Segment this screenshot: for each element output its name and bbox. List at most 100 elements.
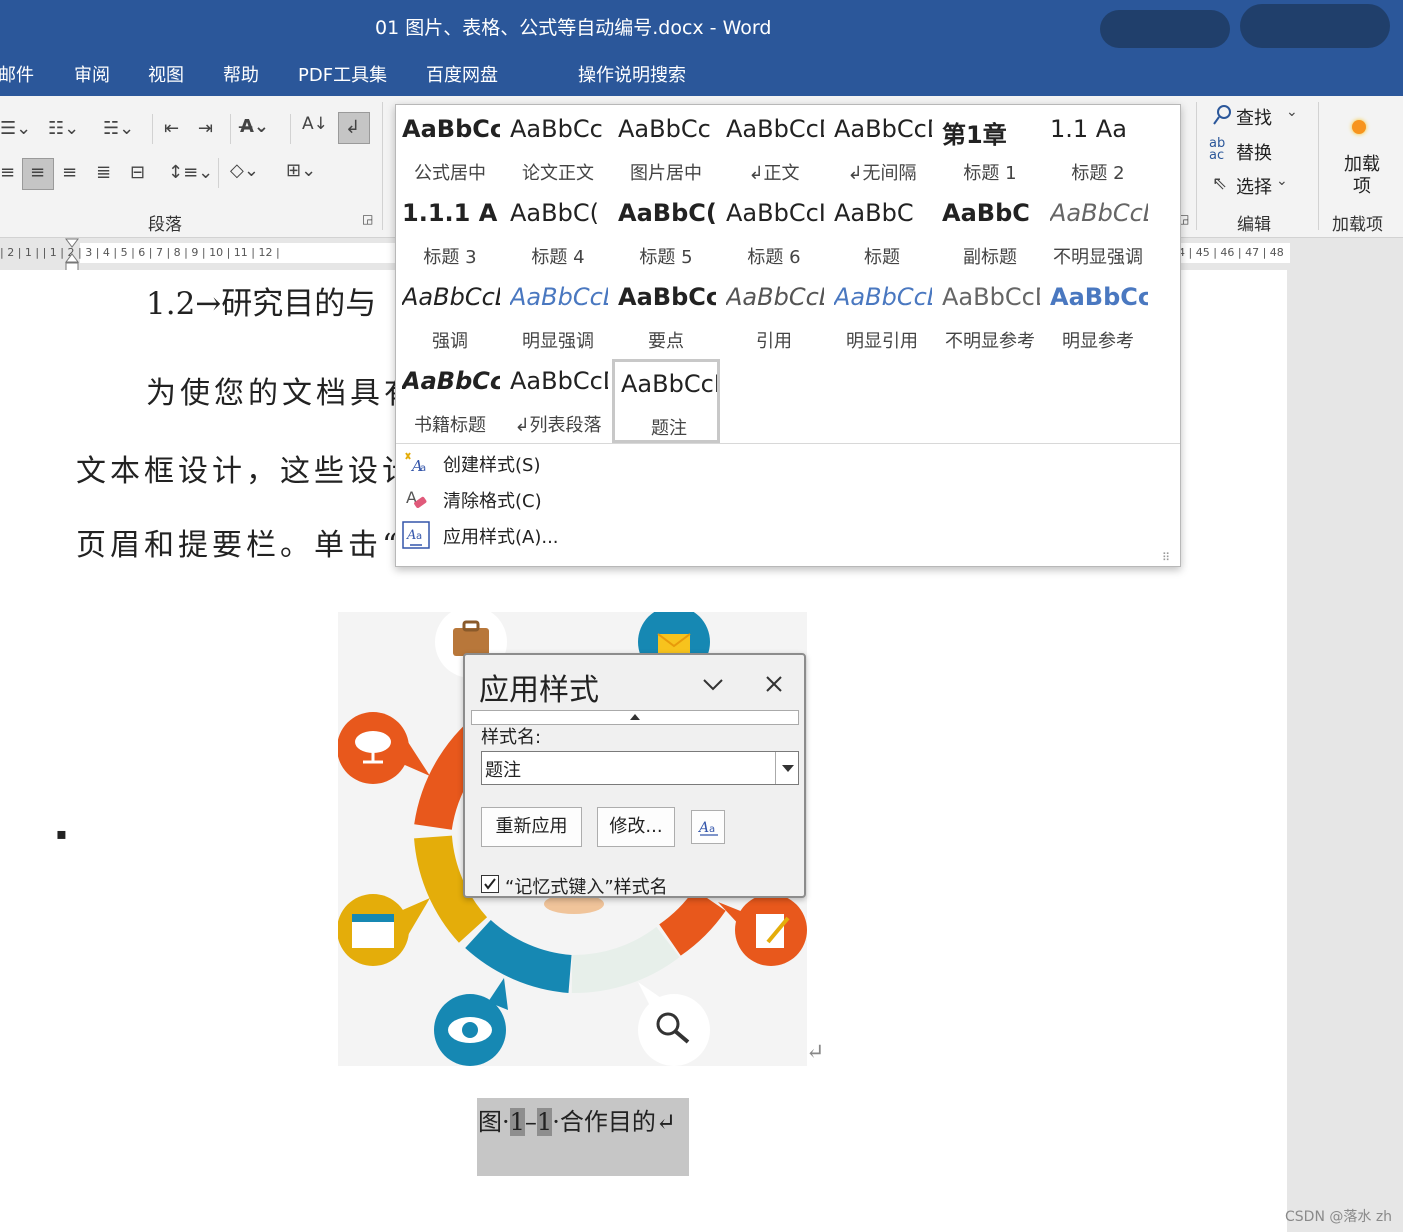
heading-1-2[interactable]: 1.2→研究目的与 xyxy=(146,278,376,323)
style-name: 标题 5 xyxy=(639,247,693,268)
addins-icon xyxy=(1352,120,1366,134)
caption-figure-number: 1 xyxy=(536,1108,553,1136)
style-name: 明显强调 xyxy=(522,331,594,352)
body-line-1[interactable]: 为使您的文档具有 xyxy=(146,368,418,412)
checkmark-icon xyxy=(484,878,496,890)
chevron-down-icon[interactable] xyxy=(701,675,725,693)
resize-grip-icon[interactable]: ⠿ xyxy=(1162,551,1170,564)
style-gallery-item[interactable]: AaBbC(标题 5 xyxy=(612,191,720,275)
style-gallery-item[interactable]: 1.1 Aa 标题 2 xyxy=(1044,107,1152,191)
tab-view[interactable]: 视图 xyxy=(148,61,184,87)
tell-me-search[interactable]: 操作说明搜索 xyxy=(578,61,686,87)
style-name: 书籍标题 xyxy=(414,415,486,436)
svg-text:A: A xyxy=(406,528,416,543)
style-gallery-item[interactable]: AaBbC(标题 4 xyxy=(504,191,612,275)
borders-icon[interactable]: ⊞⌄ xyxy=(286,160,316,181)
tab-baidu-netdisk[interactable]: 百度网盘 xyxy=(426,61,498,87)
distributed-icon[interactable]: ⊟ xyxy=(130,162,145,183)
style-name: 标题 1 xyxy=(963,163,1017,184)
style-sample: AaBbCcI xyxy=(726,199,824,227)
style-gallery-item[interactable]: 第1章标题 1 xyxy=(936,107,1044,191)
caption-separator: – xyxy=(524,1108,537,1136)
style-name-label: 样式名: xyxy=(481,727,542,748)
style-sample: AaBbCcDı xyxy=(942,283,1040,311)
svg-text:a: a xyxy=(416,531,422,542)
tab-pdf-tools[interactable]: PDF工具集 xyxy=(298,61,387,87)
create-style-label: 创建样式(S) xyxy=(443,455,541,476)
decrease-indent-icon[interactable]: ⇤ xyxy=(164,118,179,139)
style-gallery-item[interactable]: AaBbCcDc ↲列表段落 xyxy=(504,359,612,443)
style-gallery-item[interactable]: AaBbCcDı 公式居中 xyxy=(396,107,504,191)
tab-review[interactable]: 审阅 xyxy=(74,61,110,87)
figure-caption[interactable]: 图·1–1·合作目的↵ xyxy=(478,1102,676,1137)
clear-formatting-label: 清除格式(C) xyxy=(443,491,542,512)
chinese-layout-icon[interactable]: A̶⌄ xyxy=(240,116,269,137)
style-gallery-item[interactable]: AaBbCcD 强调 xyxy=(396,275,504,359)
styles-pane-button[interactable]: A a xyxy=(691,810,725,844)
window-title: 01 图片、表格、公式等自动编号.docx - Word xyxy=(375,17,772,39)
style-gallery-item[interactable]: AaBbCcD(题注 xyxy=(612,359,720,443)
style-gallery-item[interactable]: AaBbCcDı 要点 xyxy=(612,275,720,359)
style-gallery-item[interactable]: AaBbCcD 明显引用 xyxy=(828,275,936,359)
increase-indent-icon[interactable]: ⇥ xyxy=(198,118,213,139)
chevron-down-icon[interactable]: ⌄ xyxy=(1286,104,1298,120)
shading-icon[interactable]: ◇⌄ xyxy=(230,160,259,181)
style-sample: AaBbCcD xyxy=(510,283,608,311)
tab-help[interactable]: 帮助 xyxy=(223,61,259,87)
styles-grid: AaBbCcDı 公式居中 AaBbCc 论文正文 AaBbCc 图片居中 AaBbCcDc… xyxy=(396,105,1176,443)
line-spacing-icon[interactable]: ↕≡⌄ xyxy=(168,162,213,183)
style-gallery-item[interactable]: AaBbCc 论文正文 xyxy=(504,107,612,191)
tab-mailings[interactable]: 邮件 xyxy=(0,61,34,87)
style-gallery-item[interactable]: AaBbCcD 不明显强调 xyxy=(1044,191,1152,275)
multilevel-list-icon[interactable]: ☵⌄ xyxy=(103,118,134,139)
style-gallery-item[interactable]: AaBbCcD 明显参考 xyxy=(1044,275,1152,359)
body-line-2[interactable]: 文本框设计，这些设计 xyxy=(76,446,416,490)
show-marks-button[interactable]: ↲ xyxy=(338,112,370,144)
modify-button[interactable]: 修改... xyxy=(597,807,675,847)
style-gallery-item[interactable]: AaBbCcDc ↲正文 xyxy=(720,107,828,191)
style-name-combobox[interactable]: 题注 xyxy=(481,751,799,785)
reapply-button[interactable]: 重新应用 xyxy=(481,807,582,847)
style-gallery-item[interactable]: 1.1.1 A 标题 3 xyxy=(396,191,504,275)
justify-icon[interactable]: ≣ xyxy=(96,162,111,183)
close-icon[interactable] xyxy=(764,674,784,694)
indent-marker-icon[interactable] xyxy=(64,238,80,274)
style-sample: AaBbCc xyxy=(510,115,603,143)
bullets-icon[interactable]: ☰⌄ xyxy=(0,118,31,139)
replace-button[interactable]: 替换 xyxy=(1236,139,1272,165)
style-gallery-item[interactable]: AaBbCc 图片居中 xyxy=(612,107,720,191)
style-gallery-item[interactable]: AaBbCcDı 不明显参考 xyxy=(936,275,1044,359)
style-gallery-item[interactable]: AaBbCcDc ↲无间隔 xyxy=(828,107,936,191)
sort-icon[interactable]: A↓ xyxy=(302,114,328,134)
chevron-down-icon[interactable]: ⌄ xyxy=(1276,173,1288,189)
create-style-menu-item[interactable]: A a 创建样式(S) xyxy=(396,445,1176,481)
style-name: 不明显参考 xyxy=(945,331,1035,352)
align-left-icon[interactable]: ≡ xyxy=(0,162,15,183)
autocomplete-checkbox[interactable] xyxy=(481,875,499,893)
body-line-3[interactable]: 页眉和提要栏。单击“ xyxy=(76,520,401,564)
style-sample: AaBbCcDc xyxy=(510,367,608,395)
style-sample: 第1章 xyxy=(942,121,1007,149)
style-sample: AaBbCcD xyxy=(834,283,932,311)
separator xyxy=(382,102,383,230)
style-gallery-item[interactable]: AaBbCcD 引用 xyxy=(720,275,828,359)
dropdown-arrow-icon[interactable] xyxy=(781,763,795,773)
style-name: 副标题 xyxy=(963,247,1017,268)
style-gallery-item[interactable]: AaBbC 副标题 xyxy=(936,191,1044,275)
style-gallery-item[interactable]: AaBbCcI 标题 6 xyxy=(720,191,828,275)
align-right-icon[interactable]: ≡ xyxy=(62,162,77,183)
style-gallery-item[interactable]: AaBbC 标题 xyxy=(828,191,936,275)
clear-formatting-menu-item[interactable]: A 清除格式(C) xyxy=(396,481,1176,517)
numbering-icon[interactable]: ☷⌄ xyxy=(48,118,79,139)
style-gallery-item[interactable]: AaBbCcD 明显强调 xyxy=(504,275,612,359)
addins-button[interactable]: 加载项 xyxy=(1340,154,1384,198)
style-gallery-item[interactable]: AaBbCcD 书籍标题 xyxy=(396,359,504,443)
separator xyxy=(290,114,291,144)
scroll-up-icon[interactable] xyxy=(629,713,641,721)
apply-styles-menu-item[interactable]: A a 应用样式(A)... xyxy=(396,517,1176,553)
select-button[interactable]: 选择 xyxy=(1236,173,1272,199)
align-center-button[interactable]: ≡ xyxy=(22,158,54,190)
paragraph-dialog-launcher-icon[interactable]: ◲ xyxy=(362,212,373,226)
find-button[interactable]: 查找 xyxy=(1236,104,1272,130)
caption-prefix: 图· xyxy=(478,1108,510,1136)
